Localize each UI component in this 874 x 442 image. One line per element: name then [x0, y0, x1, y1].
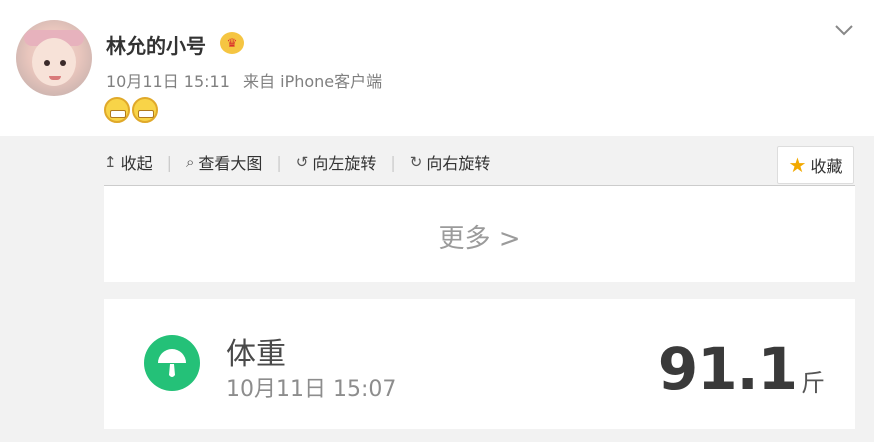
- avatar-eye-left: [44, 60, 50, 66]
- image-toolbar: ↥ 收起 | ⌕ 查看大图 | ↺ 向左旋转 | ↻ 向右旋转: [104, 142, 490, 182]
- rotate-left-icon: ↺: [295, 153, 309, 171]
- collapse-arrow-icon: ↥: [104, 153, 117, 171]
- post-timestamp[interactable]: 10月11日 15:11: [106, 72, 230, 91]
- more-card: 更多 >: [104, 186, 855, 282]
- source-prefix: 来自: [243, 72, 276, 91]
- collapse-button[interactable]: ↥ 收起: [104, 150, 153, 174]
- rotate-right-button[interactable]: ↻ 向右旋转: [410, 150, 491, 174]
- rotate-left-label: 向左旋转: [312, 154, 377, 173]
- scale-icon-glyph: [158, 349, 186, 377]
- avatar-eye-right: [60, 60, 66, 66]
- crown-badge-icon[interactable]: ♛: [220, 32, 244, 54]
- star-icon: ★: [788, 153, 807, 177]
- view-large-label: 查看大图: [198, 154, 263, 173]
- rotate-left-button[interactable]: ↺ 向左旋转: [296, 150, 377, 174]
- post-header: 林允的小号 ♛ 10月11日 15:11 来自 iPhone客户端: [0, 0, 874, 136]
- weight-timestamp: 10月11日 15:07: [226, 377, 397, 402]
- view-large-button[interactable]: ⌕ 查看大图: [186, 150, 262, 174]
- toolbar-divider: |: [276, 152, 282, 172]
- search-icon: ⌕: [185, 153, 195, 171]
- rotate-right-icon: ↻: [409, 153, 423, 171]
- grin-emoji-icon: [132, 97, 158, 123]
- emoji-row: [104, 97, 160, 127]
- scale-icon: [144, 335, 200, 391]
- rotate-right-label: 向右旋转: [426, 154, 491, 173]
- post-source[interactable]: iPhone客户端: [280, 72, 382, 91]
- avatar[interactable]: [16, 20, 92, 96]
- grin-emoji-icon: [104, 97, 130, 123]
- weight-value: 91.1: [657, 335, 798, 403]
- weight-title: 体重: [226, 337, 286, 372]
- weight-card: 体重 10月11日 15:07 91.1 斤: [104, 299, 855, 429]
- more-link[interactable]: 更多 >: [104, 218, 855, 255]
- collapse-label: 收起: [120, 154, 153, 173]
- toolbar-divider: |: [166, 152, 172, 172]
- weight-unit: 斤: [801, 369, 825, 397]
- chevron-down-icon[interactable]: [834, 22, 854, 38]
- post-meta: 10月11日 15:11 来自 iPhone客户端: [106, 68, 382, 92]
- toolbar-divider: |: [390, 152, 396, 172]
- favorite-button[interactable]: ★ 收藏: [777, 146, 854, 184]
- username[interactable]: 林允的小号: [106, 30, 206, 59]
- favorite-label: 收藏: [810, 157, 843, 176]
